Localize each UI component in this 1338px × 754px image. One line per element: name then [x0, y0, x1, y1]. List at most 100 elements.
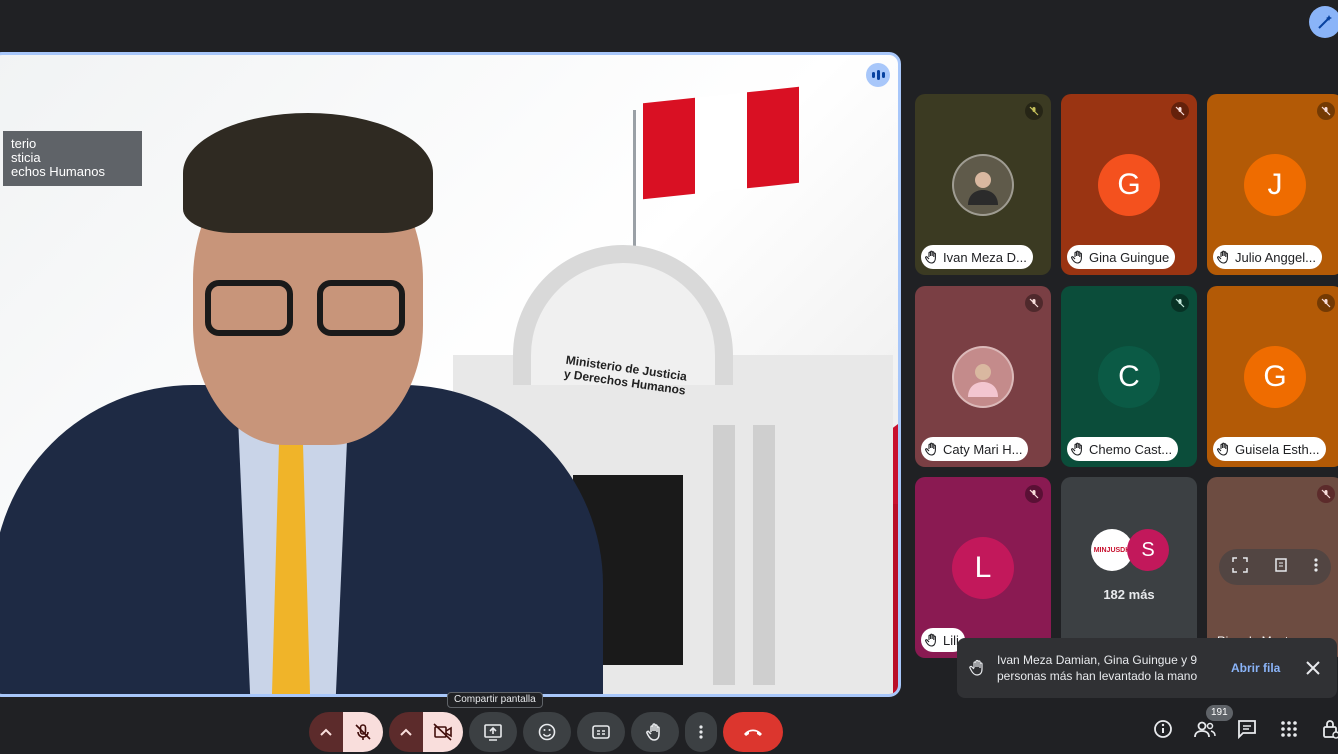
- participant-avatar: G: [1244, 346, 1306, 408]
- mic-off-icon: [1317, 102, 1335, 120]
- raise-hand-button[interactable]: [631, 712, 679, 752]
- raised-hand-icon: [1071, 442, 1082, 456]
- participant-name-chip: Gina Guingue: [1067, 245, 1176, 269]
- peru-flag-image: [643, 86, 799, 200]
- mic-off-icon: [1025, 102, 1043, 120]
- host-controls-button[interactable]: [1318, 716, 1338, 742]
- more-vert-icon: [699, 725, 703, 739]
- chevron-up-icon: [400, 728, 412, 736]
- reactions-button[interactable]: [523, 712, 571, 752]
- participant-avatar: L: [952, 537, 1014, 599]
- right-toolbar: [1150, 716, 1338, 742]
- participant-tile[interactable]: G Gina Guingue: [1061, 94, 1197, 275]
- participant-tile[interactable]: Caty Mari H...: [915, 286, 1051, 467]
- participant-tile[interactable]: J Julio Anggel...: [1207, 94, 1338, 275]
- chevron-up-icon: [320, 728, 332, 736]
- raised-hand-icon: [1217, 442, 1228, 456]
- participant-name-chip: Ivan Meza D...: [921, 245, 1033, 269]
- hand-icon: [646, 723, 660, 741]
- pin-icon[interactable]: [1273, 557, 1289, 578]
- participant-avatar: J: [1244, 154, 1306, 216]
- avatar-initial: C: [1118, 360, 1140, 393]
- leave-call-button[interactable]: [723, 712, 783, 752]
- meeting-toolbar: [309, 712, 783, 752]
- avatar-initial: L: [974, 551, 992, 584]
- camera-control-group: [389, 712, 463, 752]
- apps-grid-icon: [1281, 721, 1297, 737]
- participant-name: Chemo Cast...: [1089, 441, 1173, 457]
- mic-off-icon: [355, 724, 371, 740]
- participant-name: Ivan Meza D...: [943, 249, 1027, 265]
- raised-hand-icon: [925, 250, 936, 264]
- more-options-button[interactable]: [685, 712, 717, 752]
- more-count: 182 más: [1103, 587, 1155, 602]
- speaker-video: [0, 95, 633, 694]
- mini-avatar-s: S: [1127, 529, 1169, 571]
- mic-off-icon: [1025, 294, 1043, 312]
- captions-button[interactable]: [577, 712, 625, 752]
- participant-name: Caty Mari H...: [943, 441, 1023, 457]
- raised-hands-toast: Ivan Meza Damian, Gina Guingue y 9 perso…: [957, 638, 1337, 698]
- mic-off-icon: [1025, 485, 1043, 503]
- participant-photo: [952, 346, 1014, 408]
- lock-person-icon: [1323, 720, 1338, 739]
- participant-name-chip: Caty Mari H...: [921, 437, 1029, 461]
- raised-hand-icon: [925, 442, 936, 456]
- close-icon[interactable]: [1299, 654, 1327, 682]
- people-button[interactable]: [1192, 716, 1218, 742]
- people-icon: [1194, 721, 1216, 738]
- participant-name-chip: Julio Anggel...: [1213, 245, 1322, 269]
- raised-hand-icon: [969, 659, 983, 676]
- activities-button[interactable]: [1276, 716, 1302, 742]
- mini-logo-text: MINJUSDH: [1093, 546, 1131, 554]
- participant-tile[interactable]: L Lili: [915, 477, 1051, 658]
- camera-off-icon: [433, 723, 452, 741]
- chat-button[interactable]: [1234, 716, 1260, 742]
- chat-icon: [1238, 720, 1256, 739]
- frame-icon[interactable]: [1231, 556, 1248, 578]
- participant-tile[interactable]: G Guisela Esth...: [1207, 286, 1338, 467]
- emoji-icon: [538, 723, 556, 741]
- captions-icon: [592, 725, 610, 739]
- participant-name: Gina Guingue: [1089, 249, 1170, 265]
- info-icon: [1154, 720, 1172, 738]
- mic-control-group: [309, 712, 383, 752]
- raised-hand-icon: [1071, 250, 1082, 264]
- participant-tile-ricardo[interactable]: Ricardo Mont...: [1207, 477, 1338, 658]
- speaking-indicator-icon: [866, 63, 890, 87]
- microphone-toggle-button[interactable]: [343, 712, 383, 752]
- companion-mode-button[interactable]: [1309, 6, 1338, 38]
- wand-icon: [1318, 15, 1332, 29]
- raised-hand-icon: [1217, 250, 1228, 264]
- avatar-initial: G: [1117, 168, 1141, 201]
- open-queue-link[interactable]: Abrir fila: [1231, 661, 1280, 675]
- share-screen-tooltip: Compartir pantalla: [447, 692, 543, 708]
- main-speaker-tile[interactable]: terio sticia echos Humanos Ministerio de…: [0, 52, 901, 697]
- participant-name-chip: Chemo Cast...: [1067, 437, 1179, 461]
- mic-off-icon: [1171, 102, 1189, 120]
- participant-photo: [952, 154, 1014, 216]
- tile-hover-controls: [1219, 549, 1331, 585]
- mic-off-icon: [1317, 294, 1335, 312]
- more-participants-tile[interactable]: MINJUSDH S 182 más: [1061, 477, 1197, 658]
- share-screen-button[interactable]: [469, 712, 517, 752]
- participant-avatar: G: [1098, 154, 1160, 216]
- participant-name: Guisela Esth...: [1235, 441, 1320, 457]
- avatar-initial: J: [1267, 168, 1283, 201]
- audio-options-button[interactable]: [309, 712, 343, 752]
- mic-off-icon: [1317, 485, 1335, 503]
- participant-name: Julio Anggel...: [1235, 249, 1316, 265]
- participant-tile[interactable]: C Chemo Cast...: [1061, 286, 1197, 467]
- present-screen-icon: [484, 724, 502, 741]
- call-end-icon: [744, 729, 762, 736]
- video-options-button[interactable]: [389, 712, 423, 752]
- avatar-initial: G: [1263, 360, 1287, 393]
- meeting-details-button[interactable]: [1150, 716, 1176, 742]
- camera-toggle-button[interactable]: [423, 712, 463, 752]
- toast-message: Ivan Meza Damian, Gina Guingue y 9 perso…: [997, 653, 1198, 683]
- more-options-icon[interactable]: [1314, 557, 1318, 578]
- participant-name-chip: Guisela Esth...: [1213, 437, 1326, 461]
- participant-tile[interactable]: Ivan Meza D...: [915, 94, 1051, 275]
- participant-avatar: C: [1098, 346, 1160, 408]
- raised-hand-icon: [925, 633, 936, 647]
